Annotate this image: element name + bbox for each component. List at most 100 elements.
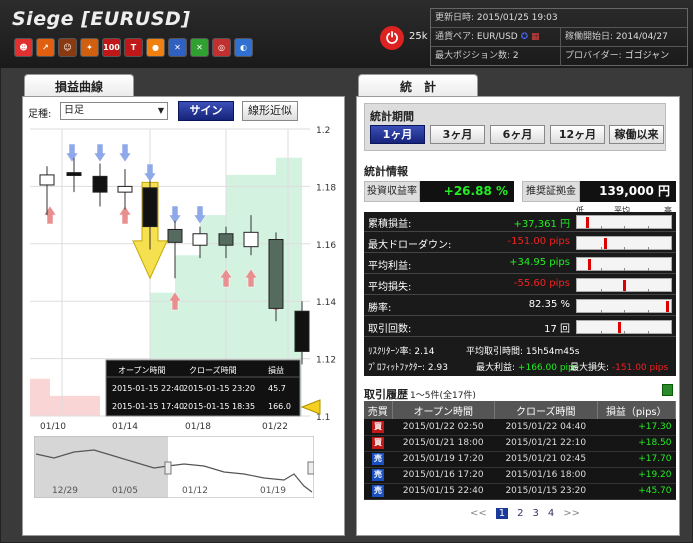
x-tick-label: 01/18: [185, 422, 211, 432]
popup-cell: 2015-01-15 22:40: [112, 384, 184, 393]
power-count: 25k: [409, 31, 428, 42]
max-loss-value: -151.00 pips: [611, 363, 669, 373]
col-pnl: 損益（pips）: [597, 401, 677, 419]
pnl: +19.20: [597, 467, 676, 484]
table-row[interactable]: 売 2015/01/15 22:40 2015/01/15 23:20 +45.70: [364, 483, 676, 500]
linear-approx-button[interactable]: 線形近似: [242, 101, 298, 121]
metric-label: 取引回数:: [368, 324, 412, 335]
page-2[interactable]: 2: [517, 508, 523, 519]
candle-body: [117, 185, 133, 193]
bar-type-select[interactable]: 日足 ▼: [60, 102, 168, 120]
metric-value: +37,361 円: [513, 219, 570, 230]
side-cell: 売: [364, 451, 392, 468]
navigator-tick-label: 01/05: [112, 486, 138, 496]
popup-cell: 45.7: [268, 384, 286, 393]
pager-prev[interactable]: <<: [470, 508, 487, 519]
us-flag-icon: ▦: [531, 32, 540, 42]
target-icon[interactable]: ◎: [212, 38, 231, 57]
app-title: Siege [EURUSD]: [12, 8, 191, 30]
metric-value: -151.00 pips: [507, 236, 570, 247]
period-all-button[interactable]: 稼働以来: [609, 125, 664, 144]
t100-icon[interactable]: T: [124, 38, 143, 57]
period-6m-button[interactable]: 6ヶ月: [490, 125, 545, 144]
table-row[interactable]: 売 2015/01/16 17:20 2015/01/16 18:00 +19.20: [364, 467, 676, 484]
side-cell: 売: [364, 483, 392, 500]
metric-value: 17 回: [544, 324, 570, 335]
popup-cell: 2015-01-15 23:20: [183, 384, 255, 393]
sign-button[interactable]: サイン: [178, 101, 234, 121]
period-3m-button[interactable]: 3ヶ月: [430, 125, 485, 144]
col-close: クローズ時間: [494, 401, 598, 419]
table-row[interactable]: 買 2015/01/22 02:50 2015/01/22 04:40 +17.30: [364, 419, 676, 436]
metric-label: 勝率:: [368, 303, 392, 314]
history-count: 1〜5件(全17件): [410, 391, 476, 401]
people-icon[interactable]: ☺: [58, 38, 77, 57]
price-chart[interactable]: 1.2 1.18 1.16 1.14 1.12 1.1 01/10 01/14 01/18 01/…: [30, 124, 342, 434]
navigator-chart[interactable]: 12/29 01/05 01/12 01/19: [34, 436, 314, 498]
navigator-tick-label: 01/19: [260, 486, 286, 496]
popup-cell: 166.0: [268, 402, 291, 411]
x-tick-label: 01/22: [262, 422, 288, 432]
period-1m-button[interactable]: 1ヶ月: [370, 125, 425, 144]
metric-gauge: [576, 215, 672, 229]
provider-row: プロバイダー: ゴゴジャン: [561, 47, 687, 66]
risk-reward: ﾘｽｸﾘﾀｰﾝ率: 2.14: [368, 344, 434, 357]
recommended-margin-label: 推奨証拠金: [522, 181, 580, 202]
metric-label: 最大ドローダウン:: [368, 240, 452, 251]
page-1[interactable]: 1: [495, 508, 509, 519]
metric-label: 累積損益:: [368, 219, 412, 230]
provider-label: プロバイダー:: [565, 51, 622, 61]
stats-title: 統計情報: [364, 165, 408, 178]
metric-label: 平均利益:: [368, 261, 412, 272]
metric-row: 取引回数: 17 回: [364, 317, 676, 337]
navigator-handle-right: [307, 461, 314, 475]
power-icon[interactable]: ⏻: [380, 26, 404, 50]
drawdown-area: [30, 378, 100, 416]
popup-pointer-icon: [300, 399, 321, 415]
history-table: 売買 オープン時間 クローズ時間 損益（pips） 買 2015/01/22 02…: [364, 401, 677, 500]
top100-icon[interactable]: 100: [102, 38, 121, 57]
profit-factor-label: ﾌﾟﾛﾌｨｯﾄﾌｧｸﾀｰ:: [368, 363, 426, 373]
metric-gauge: [576, 257, 672, 271]
updated-row: 更新日時: 2015/01/25 19:03: [431, 9, 687, 28]
download-icon[interactable]: [662, 384, 673, 396]
updated-value: 2015/01/25 19:03: [476, 13, 558, 23]
table-row[interactable]: 売 2015/01/19 17:20 2015/01/21 02:45 +17.70: [364, 451, 676, 468]
close-time: 2015/01/21 22:10: [494, 435, 598, 452]
globe-icon[interactable]: ◐: [234, 38, 253, 57]
bar-type-label: 足種:: [28, 109, 52, 120]
gauge-marker: [666, 301, 670, 312]
profit-factor-value: 2.93: [427, 363, 448, 373]
pager-next[interactable]: >>: [563, 508, 580, 519]
gauge-marker: [622, 280, 626, 291]
period-12m-button[interactable]: 12ヶ月: [550, 125, 605, 144]
y-tick-label: 1.12: [316, 356, 336, 366]
profit-factor: ﾌﾟﾛﾌｨｯﾄﾌｧｸﾀｰ: 2.93: [368, 360, 448, 373]
flag-icon[interactable]: ✕: [168, 38, 187, 57]
sell-signal-arrow: [93, 143, 107, 163]
maxpos-value: 2: [512, 51, 519, 61]
page-3[interactable]: 3: [533, 508, 539, 519]
provider-value: ゴゴジャン: [624, 51, 670, 61]
gauge-marker: [587, 259, 591, 270]
chart-icon[interactable]: ↗: [36, 38, 55, 57]
max-loss-label: 最大損失:: [570, 363, 610, 373]
close-time: 2015/01/21 02:45: [494, 451, 598, 468]
tab-statistics[interactable]: 統 計: [358, 74, 478, 98]
pair-row: 通貨ペア: EUR/USD ✪ ▦: [431, 28, 561, 47]
tab-equity-curve[interactable]: 損益曲線: [24, 74, 134, 98]
orange-ball-icon[interactable]: ●: [146, 38, 165, 57]
bar-type-value: 日足: [64, 105, 84, 116]
metric-gauge: [576, 236, 672, 250]
info-box: 更新日時: 2015/01/25 19:03 通貨ペア: EUR/USD ✪ ▦…: [430, 8, 688, 66]
pair-value: EUR/USD: [476, 32, 518, 42]
y-tick-label: 1.2: [316, 126, 330, 136]
boomerang-icon[interactable]: ✦: [80, 38, 99, 57]
table-row[interactable]: 買 2015/01/21 18:00 2015/01/21 22:10 +18.50: [364, 435, 676, 452]
page-4[interactable]: 4: [548, 508, 554, 519]
history-header-row: 売買 オープン時間 クローズ時間 損益（pips）: [364, 401, 677, 419]
metric-row: 最大ドローダウン: -151.00 pips: [364, 233, 676, 253]
smiley-icon[interactable]: ☻: [14, 38, 33, 57]
arrows-icon[interactable]: ✕: [190, 38, 209, 57]
avg-time: 平均取引時間: 15h54m45s: [466, 344, 579, 357]
